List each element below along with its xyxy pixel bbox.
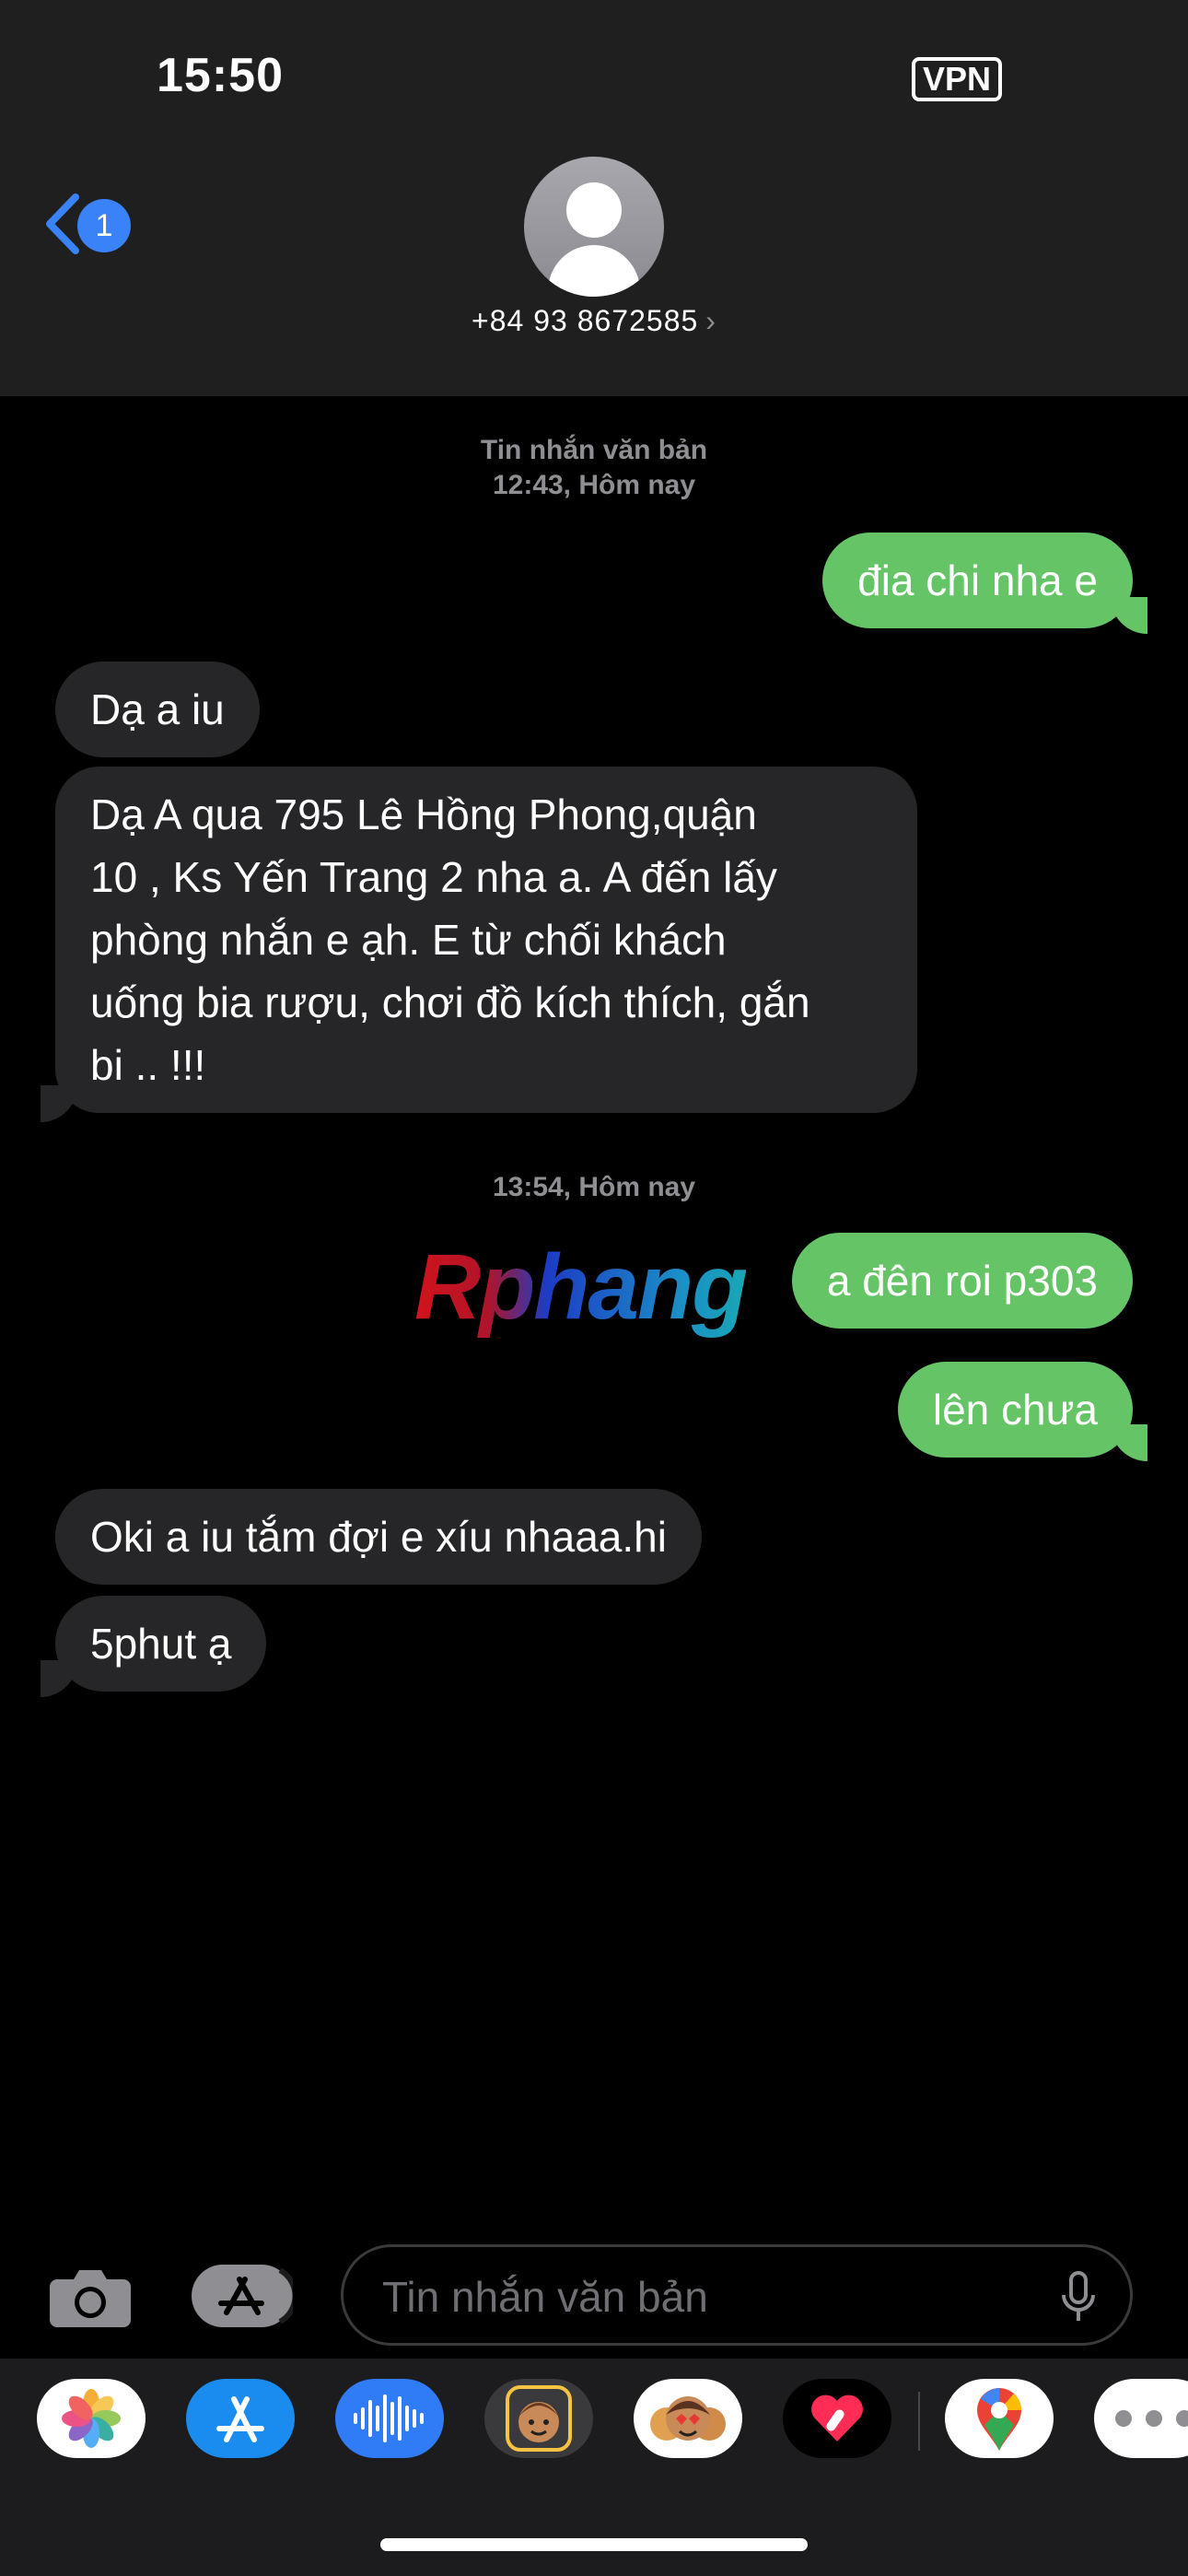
- vpn-badge: VPN: [912, 57, 1003, 101]
- person-icon-head: [566, 182, 622, 238]
- message-text: 5phut ạ: [90, 1620, 232, 1668]
- app-store-icon: [218, 2267, 298, 2324]
- message-text-field[interactable]: [341, 2244, 1133, 2346]
- animoji-app-button[interactable]: [634, 2379, 742, 2458]
- message-line: Dạ A qua 795 Lê Hồng Phong,quận: [90, 790, 757, 838]
- chevron-right-icon: ›: [705, 304, 716, 337]
- camera-button[interactable]: [48, 2265, 133, 2329]
- outgoing-message-bubble[interactable]: lên chưa: [897, 1362, 1133, 1458]
- contact-avatar[interactable]: [524, 157, 664, 297]
- status-time: 15:50: [157, 49, 284, 102]
- message-line: uống bia rượu, chơi đồ kích thích, gắn: [90, 978, 810, 1026]
- conversation-header: 15:50 VPN 1 +84 93 8672585 ›: [0, 0, 1188, 396]
- timestamp-label: 13:54, Hôm nay: [492, 1172, 696, 1202]
- message-text: lên chưa: [932, 1386, 1098, 1434]
- message-line: phòng nhắn e ạh. E từ chối khách: [90, 916, 727, 964]
- message-text: đia chi nha e: [857, 556, 1098, 604]
- digital-touch-app-button[interactable]: [783, 2379, 891, 2458]
- bubble-tail: [1111, 597, 1147, 634]
- message-type-label: Tin nhắn văn bản: [480, 435, 708, 465]
- audio-message-app-button[interactable]: [335, 2379, 444, 2458]
- person-icon-body: [548, 245, 640, 297]
- app-drawer-divider: [918, 2392, 920, 2451]
- incoming-message-bubble[interactable]: Oki a iu tắm đợi e xíu nhaaa.hi: [55, 1489, 702, 1585]
- message-text: a đên roi p303: [826, 1257, 1098, 1305]
- incoming-message-bubble[interactable]: Dạ A qua 795 Lê Hồng Phong,quận 10 , Ks …: [55, 767, 917, 1113]
- app-store-icon: [216, 2396, 264, 2442]
- home-indicator[interactable]: [380, 2538, 808, 2551]
- message-text: Oki a iu tắm đợi e xíu nhaaa.hi: [90, 1513, 667, 1561]
- message-composer: [0, 2230, 1188, 2359]
- app-store-button[interactable]: [192, 2265, 298, 2327]
- bubble-tail: [41, 1660, 77, 1697]
- message-input[interactable]: [380, 2266, 1029, 2328]
- message-line: bi .. !!!: [90, 1041, 206, 1089]
- bubble-tail: [41, 1085, 77, 1122]
- timestamp-label: 12:43, Hôm nay: [492, 470, 696, 500]
- memoji-icon: [506, 2385, 572, 2452]
- photos-app-button[interactable]: [37, 2379, 146, 2458]
- incoming-message-bubble[interactable]: Dạ a iu: [55, 662, 260, 757]
- audio-message-icon: [354, 2395, 424, 2442]
- contact-number: +84 93 8672585: [472, 304, 699, 337]
- app-store-app-button[interactable]: [186, 2379, 295, 2458]
- more-apps-button[interactable]: [1094, 2379, 1188, 2458]
- contact-name[interactable]: +84 93 8672585 ›: [0, 304, 1188, 338]
- outgoing-message-bubble[interactable]: a đên roi p303: [791, 1233, 1133, 1329]
- watermark-logo: Rphang: [414, 1235, 748, 1339]
- photos-icon: [62, 2389, 121, 2448]
- animoji-icon: [650, 2396, 726, 2441]
- incoming-message-bubble[interactable]: 5phut ạ: [55, 1596, 267, 1692]
- google-maps-icon: [977, 2388, 1022, 2451]
- google-maps-app-button[interactable]: [945, 2379, 1054, 2458]
- unread-count-badge: 1: [77, 199, 131, 252]
- message-line: 10 , Ks Yến Trang 2 nha a. A đến lấy: [90, 853, 777, 901]
- digital-touch-icon: [811, 2395, 863, 2441]
- message-text: Dạ a iu: [90, 685, 225, 733]
- back-button[interactable]: 1: [42, 192, 144, 256]
- camera-icon: [50, 2270, 131, 2327]
- bubble-tail: [1111, 1424, 1147, 1461]
- more-apps-icon: [1115, 2410, 1188, 2427]
- conversation-timestamp: 13:54, Hôm nay: [0, 1170, 1188, 1205]
- memoji-app-button[interactable]: [484, 2379, 593, 2458]
- microphone-icon[interactable]: [1060, 2271, 1097, 2324]
- conversation-timestamp: Tin nhắn văn bản 12:43, Hôm nay: [0, 433, 1188, 503]
- outgoing-message-bubble[interactable]: đia chi nha e: [822, 533, 1133, 628]
